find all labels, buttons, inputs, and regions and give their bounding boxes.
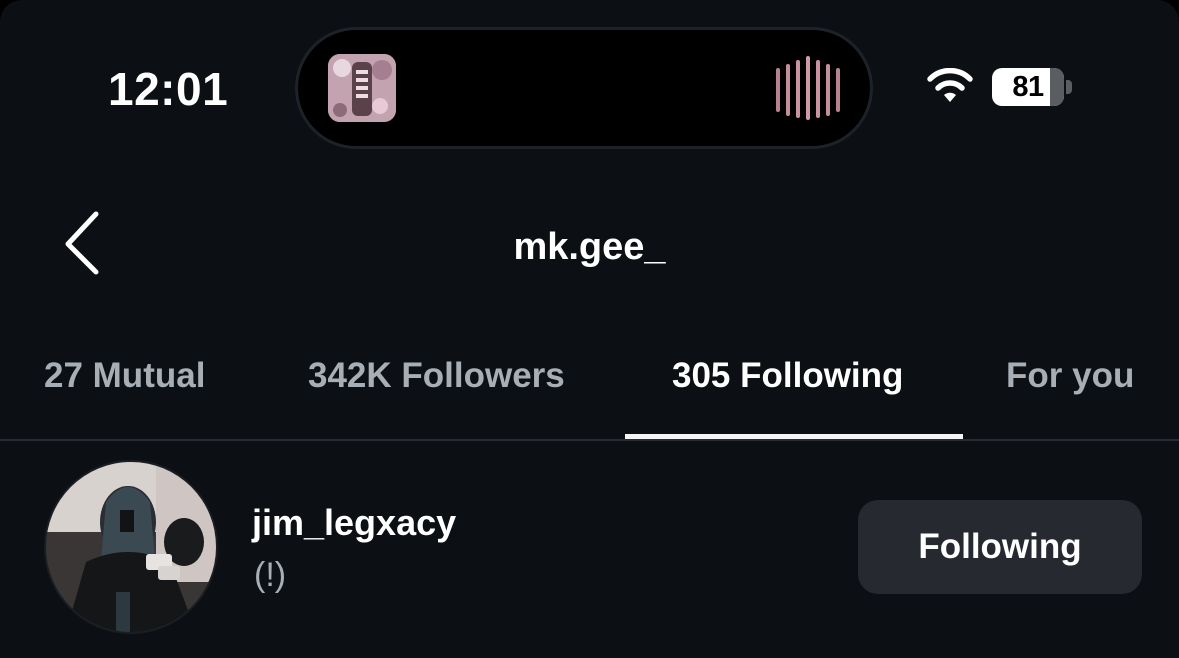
battery-icon: 81: [992, 68, 1064, 106]
tab-followers[interactable]: 342K Followers: [308, 356, 565, 396]
now-playing-album-art: [328, 54, 396, 122]
avatar[interactable]: [46, 462, 216, 632]
tab-for-you[interactable]: For you: [1006, 356, 1134, 396]
username[interactable]: jim_legxacy: [252, 502, 456, 544]
screen: 12:01 81 mk.gee_ 27 Mutual 342K Follower…: [0, 0, 1179, 658]
tab-mutual[interactable]: 27 Mutual: [44, 356, 205, 396]
wifi-icon: [926, 68, 974, 106]
dynamic-island[interactable]: [298, 30, 870, 146]
following-button[interactable]: Following: [858, 500, 1142, 594]
status-time: 12:01: [108, 63, 229, 115]
list-item[interactable]: jim_legxacy (!) Following: [0, 452, 1179, 658]
battery-level: 81: [1012, 71, 1044, 103]
tab-following[interactable]: 305 Following: [672, 356, 903, 396]
user-subtitle: (!): [254, 556, 287, 594]
tab-divider: [0, 439, 1179, 441]
audio-waveform-icon: [774, 54, 842, 122]
page-title: mk.gee_: [513, 226, 666, 268]
battery-nub: [1066, 80, 1072, 94]
